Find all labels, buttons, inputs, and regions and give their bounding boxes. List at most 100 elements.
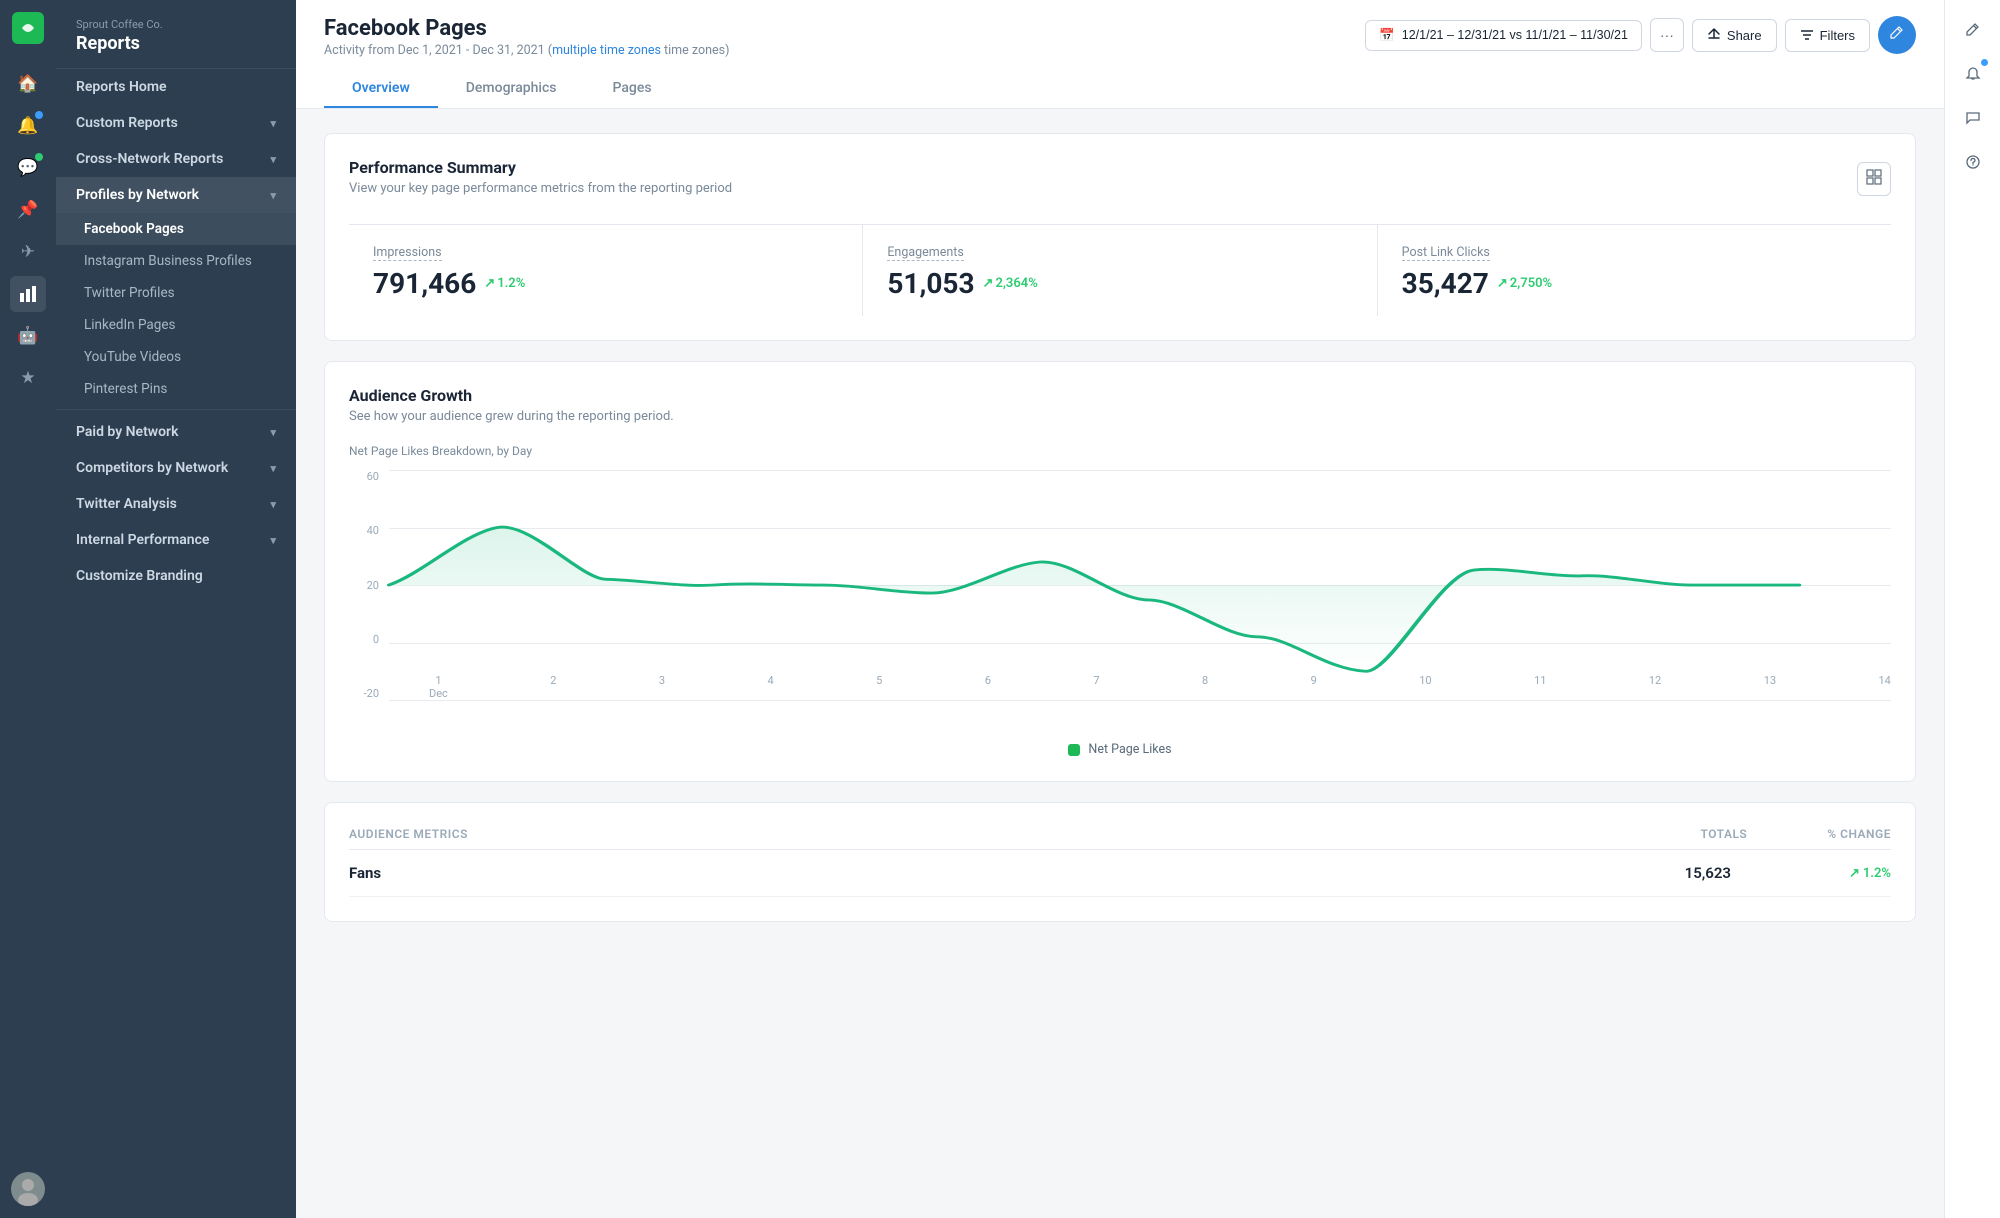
sidebar-item-cross-network[interactable]: Cross-Network Reports ▾ — [56, 141, 296, 177]
tab-pages[interactable]: Pages — [585, 70, 680, 108]
home-icon[interactable]: 🏠 — [10, 66, 46, 102]
sidebar-label-twitter-analysis: Twitter Analysis — [76, 496, 177, 512]
x-label-7: 7 — [1093, 674, 1099, 700]
x-label-4: 4 — [768, 674, 774, 700]
col-change: % Change — [1827, 827, 1891, 841]
sidebar-item-twitter-analysis[interactable]: Twitter Analysis ▾ — [56, 486, 296, 522]
sidebar-item-custom-reports[interactable]: Custom Reports ▾ — [56, 105, 296, 141]
header-top: Facebook Pages Activity from Dec 1, 2021… — [324, 16, 1916, 58]
sidebar-item-internal-performance[interactable]: Internal Performance ▾ — [56, 522, 296, 558]
send-icon[interactable]: ✈ — [10, 234, 46, 270]
table-view-button[interactable] — [1857, 162, 1891, 196]
post-link-clicks-number: 35,427 — [1402, 267, 1489, 300]
sidebar-sub-youtube[interactable]: YouTube Videos — [56, 341, 296, 373]
perf-card-subtitle: View your key page performance metrics f… — [349, 181, 732, 196]
sidebar-sub-linkedin[interactable]: LinkedIn Pages — [56, 309, 296, 341]
date-range-text: 12/1/21 – 12/31/21 vs 11/1/21 – 11/30/21 — [1402, 28, 1628, 42]
impressions-change-value: 1.2% — [497, 276, 525, 291]
tab-demographics-label: Demographics — [466, 80, 557, 96]
sidebar-label-custom-reports: Custom Reports — [76, 115, 178, 131]
tab-demographics[interactable]: Demographics — [438, 70, 585, 108]
line-chart — [389, 470, 1891, 700]
x-label-5: 5 — [876, 674, 882, 700]
compose-button[interactable] — [1878, 16, 1916, 54]
metric-impressions: Impressions 791,466 ↗ 1.2% — [349, 225, 863, 316]
engagements-number: 51,053 — [887, 267, 974, 300]
sidebar-item-paid-by-network[interactable]: Paid by Network ▾ — [56, 414, 296, 450]
sidebar-label-internal-performance: Internal Performance — [76, 532, 209, 548]
table-icon — [1866, 169, 1882, 189]
impressions-label[interactable]: Impressions — [373, 245, 442, 261]
x-axis: 1 Dec 2 3 4 5 6 7 8 9 10 11 12 13 14 — [429, 674, 1891, 700]
filters-button[interactable]: Filters — [1785, 19, 1870, 52]
engagements-label[interactable]: Engagements — [887, 245, 964, 261]
y-label-20: 20 — [367, 579, 379, 592]
engagements-arrow: ↗ — [983, 276, 994, 291]
metric-post-link-clicks: Post Link Clicks 35,427 ↗ 2,750% — [1378, 225, 1891, 316]
audience-metrics-card: Audience Metrics Totals % Change Fans 15… — [324, 802, 1916, 922]
performance-summary-card: Performance Summary View your key page p… — [324, 133, 1916, 341]
post-link-clicks-change-value: 2,750% — [1510, 276, 1552, 291]
right-bell-badge — [1981, 59, 1988, 66]
bot-icon[interactable]: 🤖 — [10, 318, 46, 354]
sidebar-label-cross-network: Cross-Network Reports — [76, 151, 223, 167]
x-label-3: 3 — [659, 674, 665, 700]
more-options-button[interactable]: ··· — [1650, 18, 1684, 52]
audience-growth-card: Audience Growth See how your audience gr… — [324, 361, 1916, 782]
star-icon[interactable]: ★ — [10, 360, 46, 396]
right-edit-icon[interactable] — [1955, 12, 1991, 48]
post-link-clicks-label[interactable]: Post Link Clicks — [1402, 245, 1490, 261]
sidebar-label-paid-by-network: Paid by Network — [76, 424, 178, 440]
chevron-internal: ▾ — [270, 534, 276, 547]
impressions-arrow: ↗ — [484, 276, 495, 291]
sidebar-label-profiles-by-network: Profiles by Network — [76, 187, 199, 203]
chevron-cross-network: ▾ — [270, 153, 276, 166]
sidebar-sub-instagram[interactable]: Instagram Business Profiles — [56, 245, 296, 277]
tab-overview[interactable]: Overview — [324, 70, 438, 108]
y-label-40: 40 — [367, 524, 379, 537]
x-label-13: 13 — [1764, 674, 1776, 700]
chat-icon[interactable]: 💬 — [10, 150, 46, 186]
sidebar-item-customize-branding[interactable]: Customize Branding — [56, 558, 296, 594]
right-bell-icon[interactable] — [1955, 56, 1991, 92]
sidebar-item-profiles-by-network[interactable]: Profiles by Network ▾ — [56, 177, 296, 213]
chat-badge — [35, 153, 43, 161]
tabs: Overview Demographics Pages — [324, 70, 1916, 108]
engagements-value: 51,053 ↗ 2,364% — [887, 267, 1352, 300]
ellipsis-icon: ··· — [1660, 27, 1674, 43]
row-fans-label: Fans — [349, 864, 381, 882]
fans-change-value: 1.2% — [1863, 866, 1891, 881]
sub-label-instagram: Instagram Business Profiles — [84, 253, 252, 269]
right-help-icon[interactable] — [1955, 144, 1991, 180]
bell-icon[interactable]: 🔔 — [10, 108, 46, 144]
impressions-number: 791,466 — [373, 267, 476, 300]
sidebar-item-reports-home[interactable]: Reports Home — [56, 69, 296, 105]
share-button[interactable]: Share — [1692, 19, 1777, 52]
chevron-custom-reports: ▾ — [270, 117, 276, 130]
sidebar-sub-twitter-profiles[interactable]: Twitter Profiles — [56, 277, 296, 309]
chart-svg-area: 1 Dec 2 3 4 5 6 7 8 9 10 11 12 13 14 — [389, 470, 1891, 700]
metrics-row: Impressions 791,466 ↗ 1.2% Engagements 5… — [349, 224, 1891, 316]
y-label-60: 60 — [367, 470, 379, 483]
content-area: Performance Summary View your key page p… — [296, 109, 1944, 1218]
y-label-0: 0 — [373, 633, 379, 646]
y-label-neg20: -20 — [364, 687, 379, 700]
sidebar-item-competitors-by-network[interactable]: Competitors by Network ▾ — [56, 450, 296, 486]
reports-icon[interactable] — [10, 276, 46, 312]
chart-label: Net Page Likes Breakdown, by Day — [349, 444, 1891, 458]
chevron-competitors: ▾ — [270, 462, 276, 475]
pin-icon[interactable]: 📌 — [10, 192, 46, 228]
tab-pages-label: Pages — [613, 80, 652, 96]
sidebar-label-competitors: Competitors by Network — [76, 460, 228, 476]
x-label-12: 12 — [1649, 674, 1661, 700]
sidebar-sub-pinterest[interactable]: Pinterest Pins — [56, 373, 296, 405]
timezone-link[interactable]: multiple time zones — [552, 43, 661, 58]
audience-table: Audience Metrics Totals % Change Fans 15… — [349, 827, 1891, 897]
date-range-button[interactable]: 📅 12/1/21 – 12/31/21 vs 11/1/21 – 11/30/… — [1365, 20, 1642, 51]
sidebar-sub-facebook-pages[interactable]: Facebook Pages — [56, 213, 296, 245]
impressions-change: ↗ 1.2% — [484, 276, 525, 291]
sub-label-youtube: YouTube Videos — [84, 349, 181, 365]
sub-label-pinterest: Pinterest Pins — [84, 381, 167, 397]
right-chat-icon[interactable] — [1955, 100, 1991, 136]
user-avatar[interactable] — [11, 1172, 45, 1206]
